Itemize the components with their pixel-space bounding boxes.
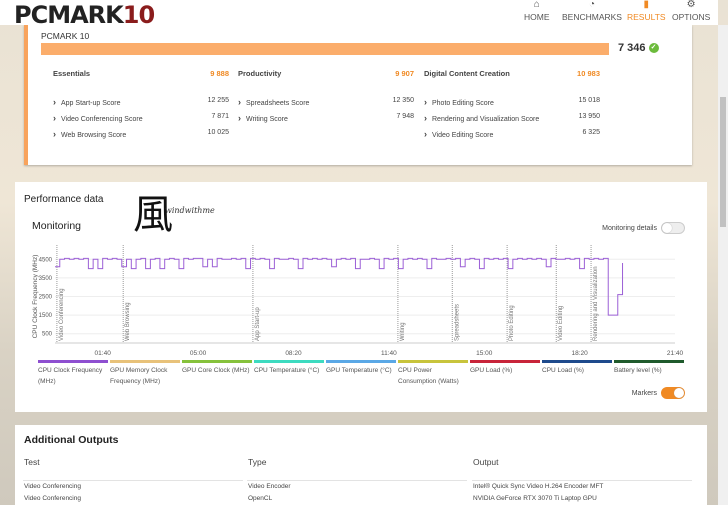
nav-results[interactable]: ▮ RESULTS [627,0,666,22]
table-cell: Video Conferencing [24,483,81,490]
legend-swatch [542,360,612,363]
gauge-icon: ◔ [588,0,596,10]
group-name: Essentials [53,69,91,78]
y-tick-label: 3500 [39,276,53,282]
legend-swatch [38,360,108,363]
score-group: Productivity 9 907 Spreadsheets Score12 35… [238,69,414,129]
subscore-row[interactable]: Video Editing Score6 325 [424,129,600,145]
markers-toggle[interactable]: Markers [632,387,685,399]
home-icon: ⌂ [533,0,540,10]
legend-item[interactable]: GPU Load (%) [470,360,540,387]
total-score: 7 346 ✓ [618,42,659,54]
score-group: Digital Content Creation 10 983 Photo Edit… [424,69,600,145]
marker-label: Photo Editing [509,305,515,341]
group-name: Productivity [238,69,282,78]
y-tick-label: 500 [42,332,53,338]
legend-item[interactable]: CPU Power Consumption (Watts) [398,360,468,387]
legend-item[interactable]: GPU Core Clock (MHz) [182,360,252,387]
legend-item[interactable]: GPU Temperature (°C) [326,360,396,387]
bar-chart-icon: ▮ [643,0,650,10]
top-bar: PCMARK10 ⌂ HOME ◔ BENCHMARKS ▮ RESULTS ⚙ OPTION… [0,0,718,29]
subscore-row[interactable]: App Start-up Score12 255 [53,97,229,113]
score-group: Essentials 9 888 App Start-up Score12 255V… [53,69,229,145]
subscore-row[interactable]: Photo Editing Score15 018 [424,97,600,113]
legend-swatch [326,360,396,363]
legend-item[interactable]: CPU Temperature (°C) [254,360,324,387]
marker-label: App Start-up [255,307,261,341]
marker-label: Web Browsing [125,302,131,341]
marker-label: Video Conferencing [59,288,65,341]
marker-label: Spreadsheets [454,304,460,341]
gear-icon: ⚙ [686,0,696,10]
scrollbar[interactable] [718,25,728,505]
subscore-row[interactable]: Writing Score7 948 [238,113,414,129]
toggle-switch[interactable] [661,387,685,399]
scrollbar-thumb[interactable] [720,97,726,227]
legend-swatch [110,360,180,363]
additional-outputs-title: Additional Outputs [24,434,119,446]
legend-swatch [182,360,252,363]
divider [247,480,467,481]
table-cell: Video Conferencing [24,495,81,502]
performance-data-card: Performance data 風 windwithme Monitoring… [15,182,707,412]
legend-item[interactable]: CPU Clock Frequency (MHz) [38,360,108,387]
additional-outputs-card: Additional Outputs Test Type Output Video C… [15,425,707,505]
x-tick-label: 18:20 [571,350,588,357]
series-line-cpu-clock [55,257,624,316]
y-tick-label: 1500 [39,313,53,319]
subscore-row[interactable]: Web Browsing Score10 025 [53,129,229,145]
score-bar [41,43,609,55]
nav-options[interactable]: ⚙ OPTIONS [672,0,710,22]
valid-check-icon: ✓ [648,43,659,53]
y-tick-label: 2500 [39,295,53,301]
column-header: Output [473,457,499,467]
table-cell: Video Encoder [248,483,291,490]
subscore-row[interactable]: Video Conferencing Score7 871 [53,113,229,129]
legend-item[interactable]: CPU Load (%) [542,360,612,387]
monitoring-chart: 500 1500 2500 3500 4500 01:40 05:00 08:20 11:40 1… [32,245,684,357]
divider [23,480,243,481]
legend-swatch [470,360,540,363]
group-score: 9 907 [395,69,414,78]
y-axis-label: CPU Clock Frequency (MHz) [32,255,39,339]
group-name: Digital Content Creation [424,69,510,78]
table-cell: Intel® Quick Sync Video H.264 Encoder MF… [473,483,604,490]
pcmark-logo: PCMARK10 [14,1,155,29]
divider [472,480,692,481]
nav-benchmarks[interactable]: ◔ BENCHMARKS [562,0,622,22]
legend-swatch [614,360,684,363]
marker-label: Writing [400,322,406,341]
group-score: 10 983 [577,69,600,78]
nav-home[interactable]: ⌂ HOME [524,0,550,22]
column-header: Type [248,457,267,467]
x-tick-label: 15:00 [476,350,493,357]
subscore-row[interactable]: Spreadsheets Score12 350 [238,97,414,113]
marker-label: Rendering and Visualization [593,266,599,341]
legend-item[interactable]: Battery level (%) [614,360,684,387]
legend-swatch [398,360,468,363]
column-header: Test [24,457,40,467]
x-tick-label: 01:40 [95,350,112,357]
score-summary-card: PCMARK 10 7 346✓ Essentials 9 888 App Star… [24,25,692,165]
x-tick-label: 11:40 [381,350,397,357]
marker-label: Video Editing [558,306,564,341]
group-score: 9 888 [210,69,229,78]
legend-item[interactable]: GPU Memory Clock Frequency (MHz) [110,360,180,387]
y-tick-label: 4500 [39,257,53,263]
x-tick-label: 21:40 [667,350,684,357]
table-cell: NVIDIA GeForce RTX 3070 Ti Laptop GPU [473,495,597,502]
x-tick-label: 08:20 [285,350,302,357]
subscore-row[interactable]: Rendering and Visualization Score13 950 [424,113,600,129]
x-tick-label: 05:00 [190,350,207,357]
legend-swatch [254,360,324,363]
table-cell: OpenCL [248,495,273,502]
benchmark-title: PCMARK 10 [41,31,90,41]
